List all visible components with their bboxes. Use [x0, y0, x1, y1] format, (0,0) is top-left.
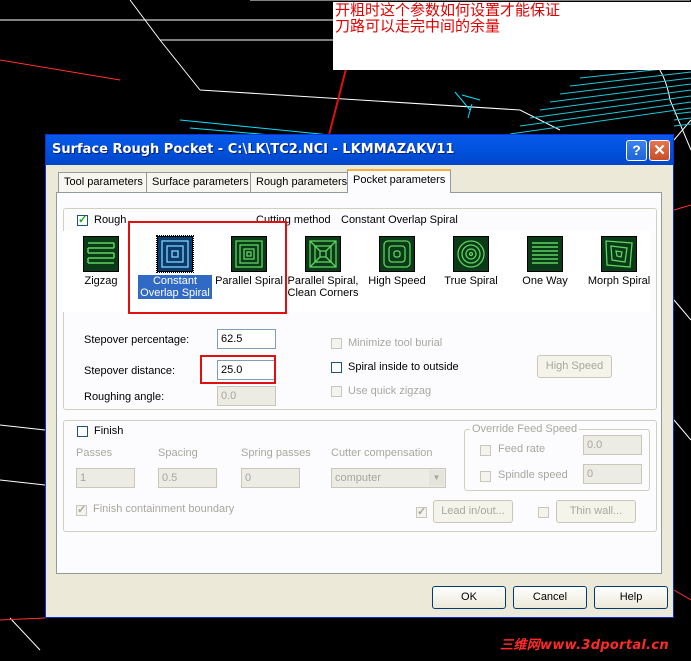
cutter-compensation-label: Cutter compensation: [331, 447, 433, 459]
feed-rate-label: Feed rate: [498, 443, 546, 455]
spacing-input[interactable]: 0.5: [158, 468, 217, 488]
title-bar[interactable]: Surface Rough Pocket - C:\LK\TC2.NCI - L…: [46, 135, 673, 165]
annotation-line-2: 刀路可以走完中间的余量: [335, 17, 501, 35]
tab-rough-parameters[interactable]: Rough parameters: [250, 172, 354, 192]
method-label: High Speed: [368, 275, 426, 287]
method-label: Morph Spiral: [587, 275, 651, 287]
thin-wall-button[interactable]: Thin wall...: [556, 500, 636, 523]
finish-containment-checkbox[interactable]: [76, 503, 87, 516]
spiral-inside-outside-checkbox[interactable]: [331, 362, 342, 373]
minimize-tool-burial-checkbox[interactable]: [331, 338, 342, 349]
one-way-icon: [527, 236, 563, 272]
feed-rate-checkbox[interactable]: [480, 445, 491, 456]
method-high-speed[interactable]: High Speed: [360, 231, 434, 312]
method-true-spiral[interactable]: True Spiral: [434, 231, 508, 312]
method-label: Parallel Spiral, Clean Corners: [287, 275, 359, 299]
ok-button[interactable]: OK: [432, 586, 506, 609]
spindle-speed-input[interactable]: 0: [583, 464, 642, 484]
annotation-box-methods: [128, 221, 287, 314]
zigzag-icon: [83, 236, 119, 272]
passes-label: Passes: [76, 447, 113, 459]
minimize-tool-burial-label: Minimize tool burial: [348, 337, 443, 349]
surface-rough-pocket-dialog: Surface Rough Pocket - C:\LK\TC2.NCI - L…: [45, 134, 674, 618]
cutting-method-value: Constant Overlap Spiral: [341, 214, 458, 226]
finish-label: Finish: [94, 425, 124, 437]
method-label: Zigzag: [84, 275, 118, 287]
annotation-note: 开粗时这个参数如何设置才能保证 刀路可以走完中间的余量: [333, 2, 691, 70]
stepover-percentage-input[interactable]: 62.5: [217, 329, 276, 349]
use-quick-zigzag-label: Use quick zigzag: [348, 385, 432, 397]
spindle-speed-label: Spindle speed: [498, 469, 568, 481]
spacing-label: Spacing: [158, 447, 198, 459]
rough-checkbox[interactable]: [77, 213, 88, 226]
high-speed-button[interactable]: High Speed: [537, 355, 612, 378]
stepover-distance-label: Stepover distance:: [84, 365, 176, 377]
lead-in-out-checkbox[interactable]: [416, 505, 427, 518]
annotation-line-1: 开粗时这个参数如何设置才能保证: [335, 1, 561, 19]
annotation-box-stepover: [200, 355, 276, 384]
method-one-way[interactable]: One Way: [508, 231, 582, 312]
roughing-angle-label: Roughing angle:: [84, 391, 165, 403]
help-button[interactable]: Help: [594, 586, 668, 609]
roughing-angle-input[interactable]: 0.0: [217, 386, 276, 406]
parallel-spiral-clean-corners-icon: [305, 236, 341, 272]
tab-tool-parameters[interactable]: Tool parameters: [58, 172, 149, 192]
feed-rate-input[interactable]: 0.0: [583, 435, 642, 455]
method-zigzag[interactable]: Zigzag: [64, 231, 138, 312]
method-morph-spiral[interactable]: Morph Spiral: [582, 231, 656, 312]
spring-passes-input[interactable]: 0: [241, 468, 300, 488]
passes-input[interactable]: 1: [76, 468, 135, 488]
cutter-compensation-select[interactable]: computer ▼: [331, 468, 446, 488]
method-parallel-spiral-clean-corners[interactable]: Parallel Spiral, Clean Corners: [286, 231, 360, 312]
close-icon[interactable]: ✕: [649, 140, 670, 161]
method-label: One Way: [522, 275, 568, 287]
help-icon[interactable]: ?: [626, 140, 647, 161]
finish-checkbox[interactable]: [77, 426, 88, 437]
stepover-percentage-label: Stepover percentage:: [84, 334, 190, 346]
morph-spiral-icon: [601, 236, 637, 272]
spring-passes-label: Spring passes: [241, 447, 311, 459]
true-spiral-icon: [453, 236, 489, 272]
spindle-speed-checkbox[interactable]: [480, 471, 491, 482]
tab-pocket-parameters[interactable]: Pocket parameters: [347, 169, 452, 193]
cancel-button[interactable]: Cancel: [513, 586, 587, 609]
thin-wall-checkbox[interactable]: [538, 507, 549, 518]
chevron-down-icon[interactable]: ▼: [429, 470, 444, 486]
rough-label: Rough: [94, 214, 127, 226]
tab-surface-parameters[interactable]: Surface parameters: [146, 172, 255, 192]
dialog-title: Surface Rough Pocket - C:\LK\TC2.NCI - L…: [52, 142, 455, 157]
lead-in-out-button[interactable]: Lead in/out...: [433, 500, 513, 523]
high-speed-icon: [379, 236, 415, 272]
cutter-compensation-value: computer: [335, 472, 381, 484]
watermark: 三维网www.3dportal.cn: [500, 638, 669, 653]
spiral-inside-outside-label: Spiral inside to outside: [348, 361, 459, 373]
use-quick-zigzag-checkbox[interactable]: [331, 386, 342, 397]
method-label: True Spiral: [444, 275, 498, 287]
finish-containment-label: Finish containment boundary: [93, 503, 235, 515]
override-feed-speed-label: Override Feed Speed: [470, 423, 580, 435]
